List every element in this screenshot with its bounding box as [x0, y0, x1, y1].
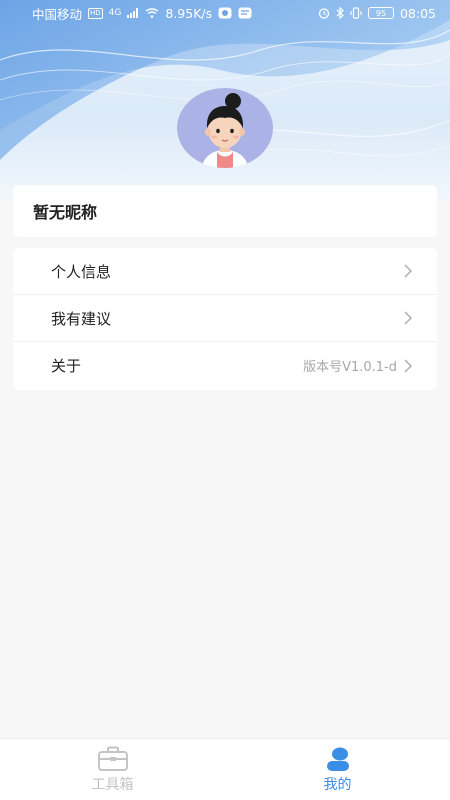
tab-mine[interactable]: 我的: [225, 739, 450, 800]
signal-icon: 4G: [108, 8, 122, 18]
bluetooth-icon: [336, 7, 344, 19]
toolbox-icon: [97, 746, 128, 771]
status-bar: 中国移动 HD 4G 8.95K/s 95 08:05: [0, 0, 450, 26]
avatar-illustration: [201, 93, 249, 168]
menu-item-label: 个人信息: [51, 262, 112, 281]
user-icon: [326, 747, 349, 771]
chevron-right-icon: [404, 358, 413, 373]
wifi-icon: [145, 8, 159, 18]
app-notification-icon: [218, 7, 232, 19]
menu-item-suggestion[interactable]: 我有建议: [13, 295, 437, 342]
avatar[interactable]: [177, 88, 273, 168]
settings-menu: 个人信息 我有建议 关于 版本号V1.0.1-d: [13, 248, 437, 390]
menu-item-about[interactable]: 关于 版本号V1.0.1-d: [13, 342, 437, 389]
cellular-signal-icon: [127, 8, 139, 18]
network-speed: 8.95K/s: [165, 5, 213, 21]
chevron-right-icon: [404, 311, 413, 325]
status-time: 08:05: [399, 5, 436, 21]
nickname-label: 暂无昵称: [33, 203, 98, 222]
nickname-card[interactable]: 暂无昵称: [13, 185, 437, 237]
vibrate-icon: [350, 7, 362, 19]
version-label: 版本号V1.0.1-d: [303, 360, 397, 375]
tab-toolbox[interactable]: 工具箱: [0, 739, 225, 800]
hd-badge: HD: [88, 7, 103, 19]
message-notification-icon: [238, 7, 252, 19]
menu-item-label: 我有建议: [51, 309, 112, 328]
tab-label: 工具箱: [91, 776, 134, 793]
chevron-right-icon: [404, 264, 413, 278]
alarm-icon: [318, 8, 330, 19]
bottom-tab-bar: 工具箱 我的: [0, 738, 450, 800]
battery-icon: 95: [367, 7, 394, 19]
tab-label: 我的: [323, 776, 352, 793]
menu-item-label: 关于: [51, 357, 82, 375]
menu-item-personal-info[interactable]: 个人信息: [13, 248, 437, 295]
carrier-label: 中国移动: [32, 6, 83, 22]
